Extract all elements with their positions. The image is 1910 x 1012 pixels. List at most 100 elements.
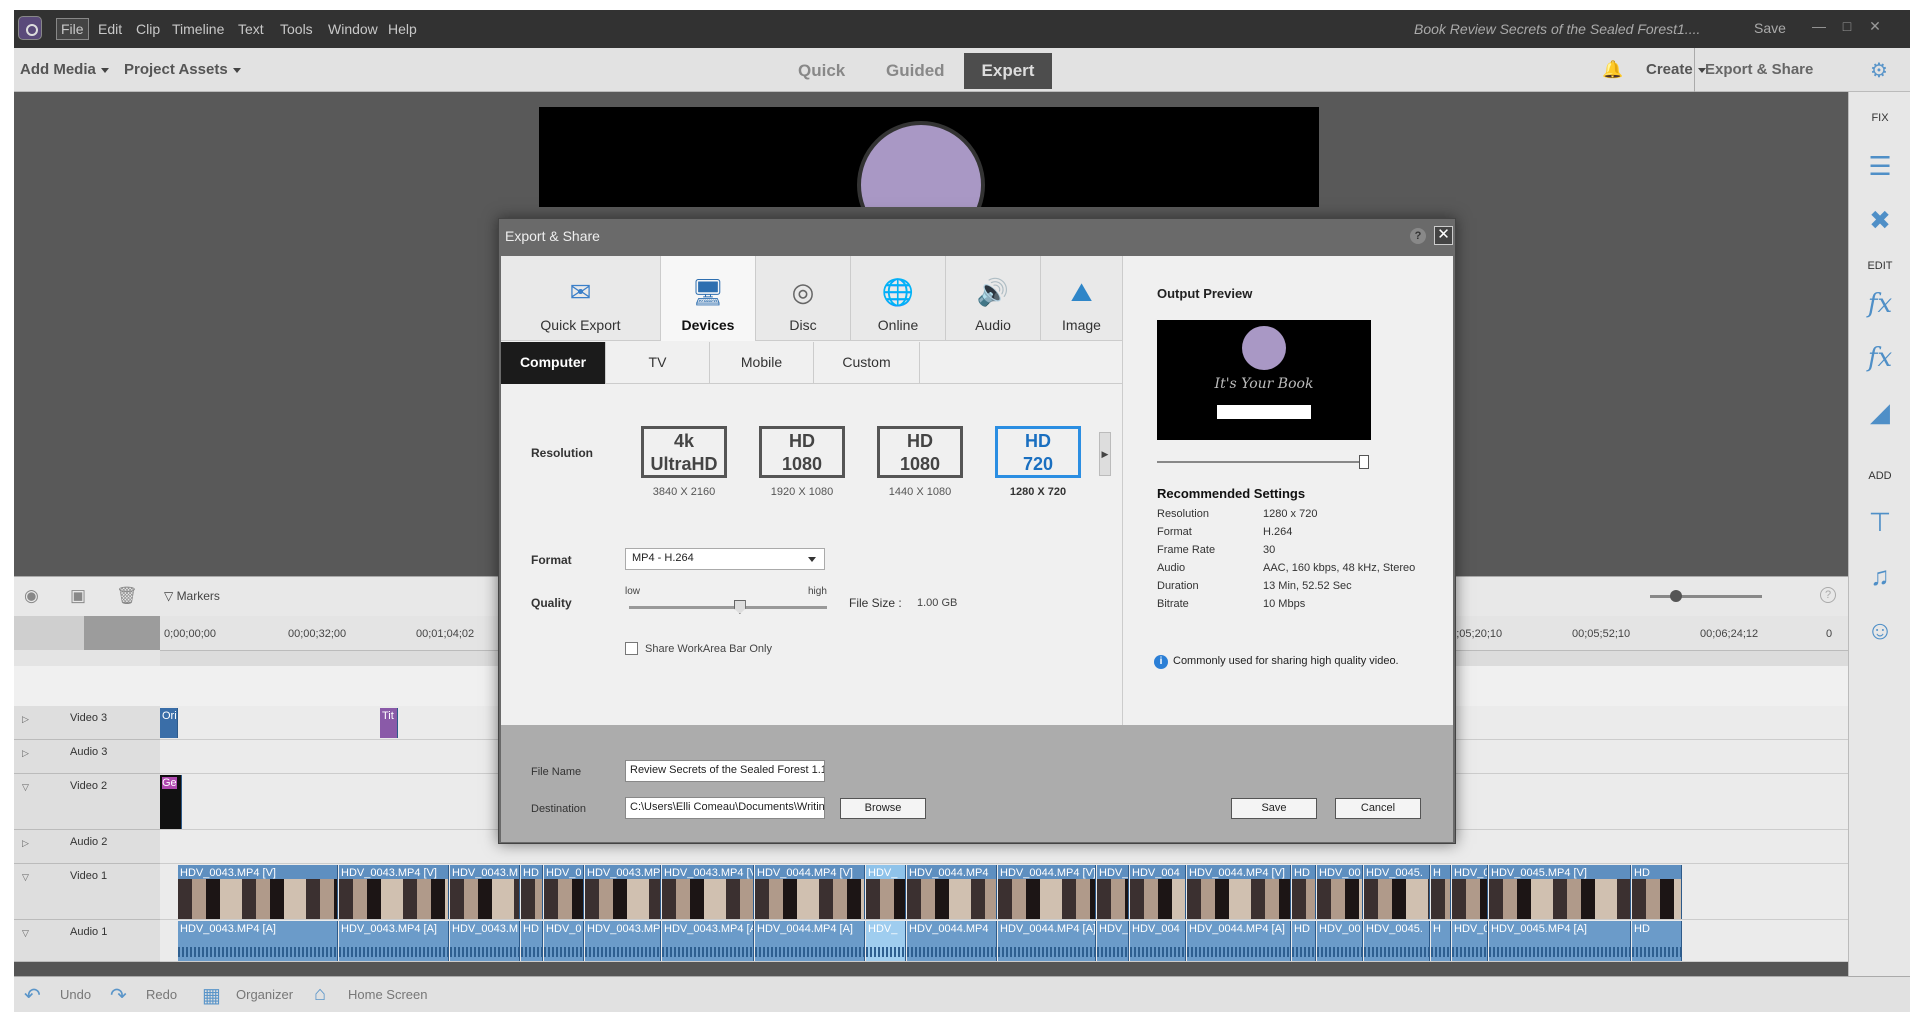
close-dialog-button[interactable]: ✕ xyxy=(1434,226,1453,245)
zoom-slider-thumb[interactable] xyxy=(1670,590,1682,602)
resolution-hd1080-1440-button[interactable]: HD 1080 xyxy=(877,426,963,478)
track-lane-audio-1[interactable]: HDV_0043.MP4 [A] HDV_0043.MP4 [A] HDV_0043… xyxy=(160,920,1848,962)
timeline-clip[interactable]: HDV_0044.MP4 [V] xyxy=(998,865,1096,919)
timeline-clip[interactable]: HDV_0045.MP4 [V] xyxy=(1489,865,1631,919)
organizer-icon[interactable]: ▦ xyxy=(202,983,221,1008)
mode-expert[interactable]: Expert xyxy=(964,53,1052,89)
share-workarea-checkbox[interactable] xyxy=(625,642,638,655)
audio-clip[interactable]: HD xyxy=(1292,921,1316,961)
timeline-clip[interactable]: HDV_0043.M xyxy=(450,865,520,919)
timeline-clip[interactable]: HDV_0045. xyxy=(1364,865,1430,919)
trash-icon[interactable]: 🗑 xyxy=(116,586,138,606)
quality-slider[interactable] xyxy=(629,600,827,614)
undo-icon[interactable]: ↶ xyxy=(24,983,41,1008)
audio-clip[interactable]: HDV_0045. xyxy=(1452,921,1488,961)
audio-clip[interactable]: HDV_0044.MP4 [A] xyxy=(1187,921,1291,961)
menu-help[interactable]: Help xyxy=(388,21,417,37)
menu-clip[interactable]: Clip xyxy=(136,21,160,37)
timeline-clip[interactable]: Ori xyxy=(160,708,178,738)
gear-icon[interactable]: ⚙ xyxy=(1870,58,1888,83)
next-resolutions-arrow-icon[interactable]: ▶ xyxy=(1099,432,1111,476)
timeline-clip[interactable]: HDV_0044.MP4 [V] xyxy=(1187,865,1291,919)
timeline-clip[interactable]: HDV_ xyxy=(1097,865,1129,919)
menu-timeline[interactable]: Timeline xyxy=(172,21,224,37)
menu-text[interactable]: Text xyxy=(238,21,264,37)
add-media-dropdown[interactable]: Add Media xyxy=(20,61,109,78)
resolution-hd1080-1920-button[interactable]: HD 1080 xyxy=(759,426,845,478)
project-assets-dropdown[interactable]: Project Assets xyxy=(124,61,241,78)
resolution-hd720-button[interactable]: HD 720 xyxy=(995,426,1081,478)
mode-guided[interactable]: Guided xyxy=(874,53,957,89)
destination-input[interactable]: C:\Users\Elli Comeau\Documents\Writing xyxy=(625,797,825,819)
timeline-clip[interactable]: HD xyxy=(1632,865,1682,919)
redo-button[interactable]: Redo xyxy=(146,987,177,1002)
audio-clip[interactable]: HD xyxy=(1632,921,1682,961)
undo-button[interactable]: Undo xyxy=(60,987,91,1002)
adjustments-icon[interactable]: ☰ xyxy=(1864,150,1896,182)
audio-clip[interactable]: HDV_0 xyxy=(544,921,584,961)
audio-clip[interactable]: HDV_ xyxy=(1097,921,1129,961)
tab-mobile[interactable]: Mobile xyxy=(710,342,814,384)
save-menu-button[interactable]: Save xyxy=(1754,20,1786,36)
audio-clip[interactable]: HDV_0045.MP4 [A] xyxy=(1489,921,1631,961)
tab-image[interactable]: ⛰ Image xyxy=(1041,256,1122,341)
audio-clip[interactable]: HDV_0043.MP xyxy=(585,921,661,961)
timeline-clip[interactable]: HDV_0043.MP xyxy=(585,865,661,919)
browse-button[interactable]: Browse xyxy=(840,798,926,819)
collapse-icon[interactable]: ▽ xyxy=(22,782,29,793)
audio-clip[interactable]: HD xyxy=(521,921,543,961)
home-screen-button[interactable]: Home Screen xyxy=(348,987,427,1002)
applied-effects-icon[interactable]: fx xyxy=(1864,288,1896,320)
audio-view-toggle[interactable] xyxy=(84,616,160,650)
close-window-icon[interactable]: ✕ xyxy=(1864,18,1886,38)
timeline-clip[interactable]: Ge xyxy=(160,775,182,829)
audio-clip[interactable]: HDV_0043.MP4 [A] xyxy=(178,921,338,961)
mode-quick[interactable]: Quick xyxy=(786,53,857,89)
video-preview[interactable] xyxy=(539,107,1319,207)
tab-computer[interactable]: Computer xyxy=(501,342,606,384)
expand-icon[interactable]: ▷ xyxy=(22,748,29,759)
audio-clip[interactable]: HDV_004 xyxy=(1130,921,1186,961)
collapse-icon[interactable]: ▽ xyxy=(22,928,29,939)
graphics-icon[interactable]: ☺ xyxy=(1864,614,1896,646)
tab-quick-export[interactable]: ✉ Quick Export xyxy=(501,256,661,341)
audio-clip[interactable]: HDV_0044.MP4 xyxy=(907,921,997,961)
timeline-clip[interactable]: H xyxy=(1431,865,1451,919)
redo-icon[interactable]: ↷ xyxy=(110,983,127,1008)
file-name-input[interactable]: Review Secrets of the Sealed Forest 1.1 xyxy=(625,760,825,782)
organizer-button[interactable]: Organizer xyxy=(236,987,293,1002)
tab-tv[interactable]: TV xyxy=(606,342,710,384)
notification-bell-icon[interactable]: 🔔 xyxy=(1602,60,1623,79)
export-share-tab[interactable]: Export & Share xyxy=(1694,48,1846,92)
markers-dropdown[interactable]: ▽ Markers xyxy=(164,589,220,603)
timeline-clip[interactable]: HDV_00 xyxy=(1317,865,1363,919)
timeline-clip[interactable]: HDV_ xyxy=(866,865,906,919)
audio-clip[interactable]: HDV_0043.MP4 [A] xyxy=(662,921,754,961)
cancel-button[interactable]: Cancel xyxy=(1335,798,1421,819)
track-lane-video-1[interactable]: HDV_0043.MP4 [V] HDV_0043.MP4 [V] HDV_0043… xyxy=(160,864,1848,920)
save-button[interactable]: Save xyxy=(1231,798,1317,819)
tab-devices[interactable]: 🖥 Devices xyxy=(661,256,756,341)
quality-slider-thumb[interactable] xyxy=(733,600,746,614)
audio-clip[interactable]: HDV_0043.MP4 [A] xyxy=(339,921,449,961)
timeline-clip[interactable]: HDV_0043.MP4 [V] xyxy=(662,865,754,919)
timeline-clip[interactable]: Tit xyxy=(380,708,398,738)
zoom-slider[interactable] xyxy=(1650,590,1762,602)
timeline-clip[interactable]: HDV_0045. xyxy=(1452,865,1488,919)
effects-icon[interactable]: fx xyxy=(1864,342,1896,374)
resolution-4k-button[interactable]: 4k UltraHD xyxy=(641,426,727,478)
collapse-icon[interactable]: ▽ xyxy=(22,872,29,883)
music-icon[interactable]: ♫ xyxy=(1864,560,1896,592)
tools-icon[interactable]: ✖ xyxy=(1864,204,1896,236)
audio-clip[interactable]: H xyxy=(1431,921,1451,961)
preview-scrub-slider[interactable] xyxy=(1157,455,1369,469)
expand-icon[interactable]: ▷ xyxy=(22,714,29,725)
audio-clip[interactable]: HDV_00 xyxy=(1317,921,1363,961)
timeline-clip[interactable]: HDV_0043.MP4 [V] xyxy=(339,865,449,919)
timeline-view-toggle[interactable] xyxy=(14,616,160,650)
transitions-icon[interactable]: ◢ xyxy=(1864,396,1896,428)
timeline-clip[interactable]: HDV_0043.MP4 [V] xyxy=(178,865,338,919)
format-select[interactable]: MP4 - H.264 xyxy=(625,548,825,570)
titles-icon[interactable]: ⊤ xyxy=(1864,506,1896,538)
audio-clip[interactable]: HDV_ xyxy=(866,921,906,961)
